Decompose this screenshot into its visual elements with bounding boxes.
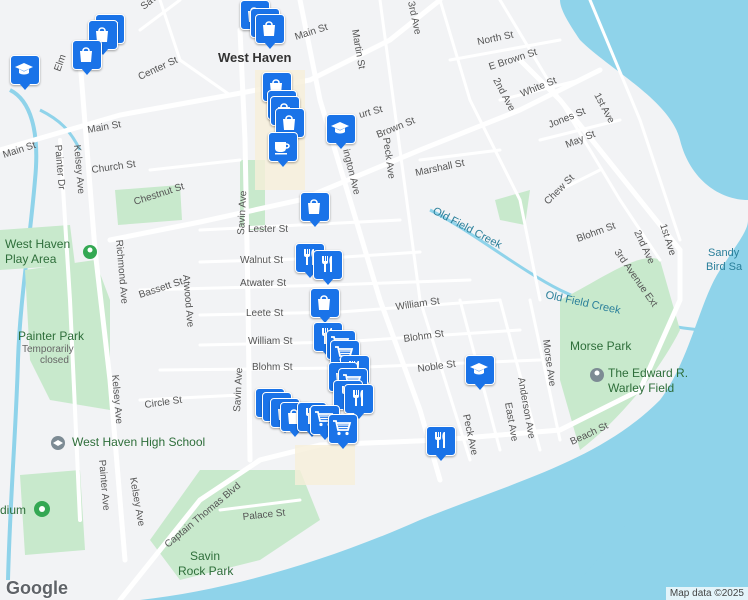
- map-marker[interactable]: [310, 288, 340, 324]
- label-west-haven: West Haven: [218, 50, 292, 65]
- street-third-ave: 3rd Ave: [405, 0, 423, 36]
- street-peck-ave-north: Peck Ave: [380, 137, 397, 180]
- label-warley-field-1: The Edward R.: [608, 366, 688, 380]
- street-painter-ave: Painter Ave: [96, 459, 111, 511]
- school-icon: [14, 59, 34, 79]
- street-kelsey-ave-north: Kelsey Ave: [71, 144, 86, 194]
- street-center-st: Center St: [137, 55, 180, 83]
- restaurant-icon: [317, 254, 337, 274]
- street-main-st-north: Main St: [294, 22, 330, 43]
- street-atwood-ave: Atwood Ave: [180, 274, 196, 328]
- street-circle-st: Circle St: [144, 395, 183, 411]
- label-sandy-bird-1: Sandy: [708, 247, 740, 259]
- label-play-area-1: West Haven: [5, 237, 70, 251]
- map-marker[interactable]: [300, 192, 330, 228]
- street-walnut-st: Walnut St: [240, 255, 283, 266]
- school-icon: [330, 118, 350, 138]
- map-marker[interactable]: [326, 114, 356, 150]
- map-marker[interactable]: [313, 250, 343, 286]
- map-marker[interactable]: [426, 426, 456, 462]
- street-leete-st: Leete St: [246, 308, 283, 319]
- street-martin-st: Martin St: [349, 29, 367, 71]
- label-old-field-creek-1: Old Field Creek: [431, 205, 505, 252]
- shopping-cart-icon: [332, 418, 352, 438]
- label-stadium: dium: [0, 503, 26, 517]
- label-play-area-2: Play Area: [5, 252, 57, 266]
- street-atwater-st: Atwater St: [240, 278, 286, 289]
- label-morse-park: Morse Park: [570, 339, 632, 353]
- street-richmond-ave: Richmond Ave: [113, 239, 130, 304]
- label-savin-rock-1: Savin: [190, 549, 220, 563]
- street-painter-dr: Painter Dr: [52, 144, 67, 190]
- shopping-bag-icon: [259, 18, 279, 38]
- map-marker[interactable]: [72, 40, 102, 76]
- school-pin-icon[interactable]: [51, 436, 65, 450]
- street-blohm-st-west: Blohm St: [252, 362, 293, 373]
- map-marker[interactable]: [268, 132, 298, 168]
- park-pin-icon[interactable]: [590, 368, 604, 382]
- stadium-pin-icon[interactable]: [34, 501, 50, 517]
- map-marker[interactable]: [465, 355, 495, 391]
- map-marker[interactable]: [10, 55, 40, 91]
- downtown-area-south: [295, 445, 355, 485]
- street-church-st: Church St: [91, 159, 137, 176]
- street-north-st: North St: [476, 30, 514, 48]
- street-lester-st: Lester St: [248, 224, 288, 235]
- map-canvas[interactable]: West Haven West Haven Play Area Painter …: [0, 0, 748, 600]
- restaurant-icon: [430, 430, 450, 450]
- shopping-bag-icon: [314, 292, 334, 312]
- cafe-icon: [272, 136, 292, 156]
- street-first-ave-north: 1st Ave: [591, 91, 616, 125]
- street-blohm-st-mid: Blohm St: [403, 328, 445, 345]
- google-logo[interactable]: Google: [6, 578, 68, 599]
- label-painter-park-status-2: closed: [40, 355, 69, 366]
- map-marker[interactable]: [255, 14, 285, 50]
- street-kelsey-ave-far: Kelsey Ave: [127, 477, 146, 528]
- label-savin-rock-2: Rock Park: [178, 564, 234, 578]
- park-pin-icon[interactable]: [83, 245, 97, 259]
- street-second-ave-north: 2nd Ave: [490, 76, 517, 113]
- street-william-st-east: William St: [395, 296, 441, 313]
- street-chew-st: Chew St: [542, 172, 577, 207]
- map-attribution[interactable]: Map data ©2025: [665, 587, 748, 600]
- street-court-st: urt St: [358, 104, 384, 121]
- label-high-school: West Haven High School: [72, 435, 205, 449]
- street-william-st-west: William St: [248, 336, 293, 347]
- map-marker[interactable]: [328, 414, 358, 450]
- street-noble-st: Noble St: [417, 359, 457, 375]
- stadium-area: [20, 470, 85, 555]
- street-savin-ave-south: Savin Ave: [232, 367, 245, 412]
- street-blohm-st-east: Blohm St: [575, 221, 617, 245]
- shopping-bag-icon: [76, 44, 96, 64]
- label-warley-field-2: Warley Field: [608, 381, 674, 395]
- label-sandy-bird-2: Bird Sa: [706, 261, 743, 273]
- label-painter-park: Painter Park: [18, 329, 85, 343]
- shopping-bag-icon: [304, 196, 324, 216]
- shopping-bag-icon: [279, 112, 299, 132]
- restaurant-icon: [348, 388, 368, 408]
- street-elm: Elm: [52, 53, 68, 73]
- street-bassett-st: Bassett St: [138, 276, 185, 301]
- label-painter-park-status-1: Temporarily: [22, 344, 74, 355]
- school-icon: [469, 359, 489, 379]
